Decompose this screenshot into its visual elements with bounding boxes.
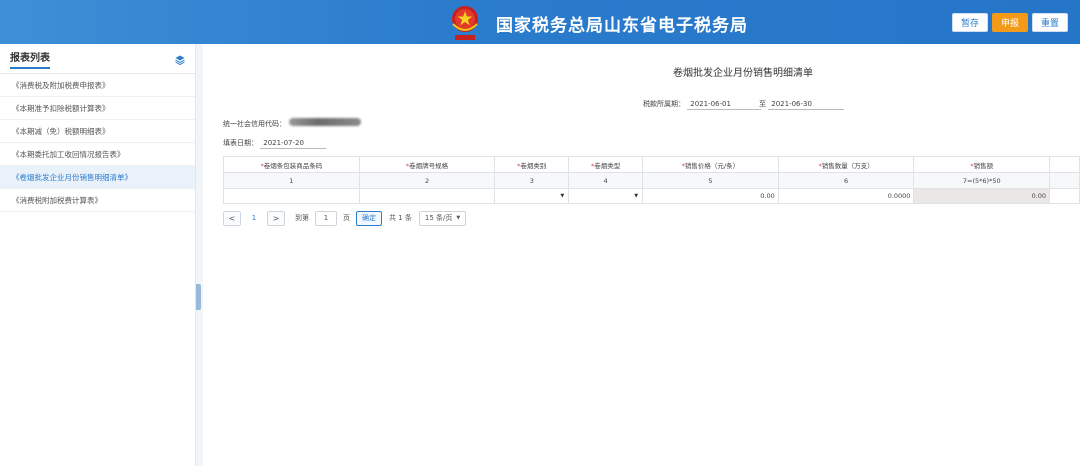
period-end-group: 至 2021-06-30	[759, 99, 845, 110]
table-index-row: 1 2 3 4 5 6 7=(5*6)*50	[223, 172, 1080, 189]
column-header: *销售价格（元/条）	[642, 156, 779, 173]
page-unit-label: 页	[343, 214, 350, 222]
column-header: *卷烟类别	[494, 156, 570, 173]
page-size-value: 15 条/页	[424, 214, 453, 222]
column-index: 2	[358, 172, 496, 189]
sidebar-collapse-handle[interactable]	[196, 284, 201, 310]
reset-button[interactable]: 重置	[1032, 13, 1068, 32]
column-header: *卷烟类型	[568, 156, 644, 173]
submit-button[interactable]: 申报	[992, 13, 1028, 32]
period-start-group: 税款所属期： 2021-06-01	[643, 99, 762, 110]
column-header-extra	[1049, 156, 1080, 173]
sidebar-item-surcharge-calc[interactable]: 《消费税附加税费计算表》	[0, 189, 195, 212]
column-index-extra	[1049, 172, 1080, 189]
sidebar-item-deductible-tax-calc[interactable]: 《本期准予扣除税额计算表》	[0, 97, 195, 120]
period-label: 税款所属期：	[643, 100, 685, 108]
fill-date-label: 填表日期：	[223, 139, 258, 147]
barcode-input[interactable]	[223, 188, 360, 204]
page-size-select[interactable]: 15 条/页 ▼	[418, 210, 467, 226]
goto-label: 到第	[295, 214, 309, 222]
main-form-area: 卷烟批发企业月份销售明细清单 税款所属期： 2021-06-01 至 2021-…	[203, 44, 1080, 466]
period-start-field[interactable]: 2021-06-01	[687, 100, 762, 110]
column-index: 1	[223, 172, 360, 189]
column-index: 5	[642, 172, 779, 189]
next-page-button[interactable]: >	[267, 210, 285, 226]
sidebar-item-processing-report[interactable]: 《本期委托加工收回情况报告表》	[0, 143, 195, 166]
sidebar-item-consumption-tax-return[interactable]: 《消费税及附加税费申报表》	[0, 74, 195, 97]
column-header: *卷烟牌号规格	[358, 156, 496, 173]
price-input[interactable]: 0.00	[642, 188, 779, 204]
credit-code-label: 统一社会信用代码：	[223, 120, 286, 128]
column-index: 4	[568, 172, 644, 189]
chevron-down-icon: ▼	[456, 215, 461, 221]
period-end-field[interactable]: 2021-06-30	[768, 100, 845, 110]
dropdown-caret-icon: ▼	[634, 193, 639, 199]
column-index: 3	[494, 172, 570, 189]
sales-detail-table: *卷烟条包装商品条码 *卷烟牌号规格 *卷烟类别 *卷烟类型 *销售价格（元/条…	[223, 156, 1080, 204]
cigarette-type-select[interactable]: ▼	[568, 188, 644, 204]
goto-page-input[interactable]: 1	[315, 210, 337, 226]
report-sidebar: 报表列表 《消费税及附加税费申报表》 《本期准予扣除税额计算表》 《本期减（免）…	[0, 44, 196, 466]
form-title: 卷烟批发企业月份销售明细清单	[673, 68, 813, 79]
column-index: 7=(5*6)*50	[913, 172, 1051, 189]
pagination: < 1 > 到第 1 页 确定 共 1 条 15 条/页 ▼	[223, 210, 467, 226]
cigarette-category-select[interactable]: ▼	[494, 188, 570, 204]
quantity-input[interactable]: 0.0000	[777, 188, 915, 204]
total-count: 共 1 条	[389, 214, 412, 222]
sidebar-item-tax-reduction-detail[interactable]: 《本期减（免）税额明细表》	[0, 120, 195, 143]
top-header: 国家税务总局山东省电子税务局 暂存 申报 重置	[0, 0, 1080, 44]
column-header: *卷烟条包装商品条码	[223, 156, 360, 173]
fill-date-group: 填表日期： 2021-07-20	[223, 138, 327, 149]
save-draft-button[interactable]: 暂存	[952, 13, 988, 32]
sidebar-title: 报表列表	[10, 49, 50, 69]
sidebar-header: 报表列表	[0, 44, 195, 74]
table-row: ▼ ▼ 0.00 0.0000 0.00	[223, 188, 1080, 204]
site-title: 国家税务总局山东省电子税务局	[496, 16, 748, 36]
sales-amount-cell: 0.00	[913, 188, 1051, 204]
table-header-row: *卷烟条包装商品条码 *卷烟牌号规格 *卷烟类别 *卷烟类型 *销售价格（元/条…	[223, 156, 1080, 173]
layers-icon[interactable]	[175, 55, 185, 65]
column-index: 6	[777, 172, 915, 189]
national-emblem-icon	[452, 6, 478, 40]
column-header: *销售数量（万支）	[777, 156, 915, 173]
current-page-number[interactable]: 1	[245, 214, 263, 222]
credit-code-redacted	[289, 118, 361, 126]
row-extra-cell	[1049, 188, 1080, 204]
dropdown-caret-icon: ▼	[560, 193, 565, 199]
prev-page-button[interactable]: <	[223, 210, 241, 226]
column-header: *销售额	[913, 156, 1051, 173]
period-to-label: 至	[759, 100, 766, 108]
goto-confirm-button[interactable]: 确定	[356, 210, 382, 226]
brand-spec-input[interactable]	[358, 188, 496, 204]
fill-date-field[interactable]: 2021-07-20	[260, 139, 327, 149]
sidebar-item-cigarette-sales-list[interactable]: 《卷烟批发企业月份销售明细清单》	[0, 166, 195, 189]
